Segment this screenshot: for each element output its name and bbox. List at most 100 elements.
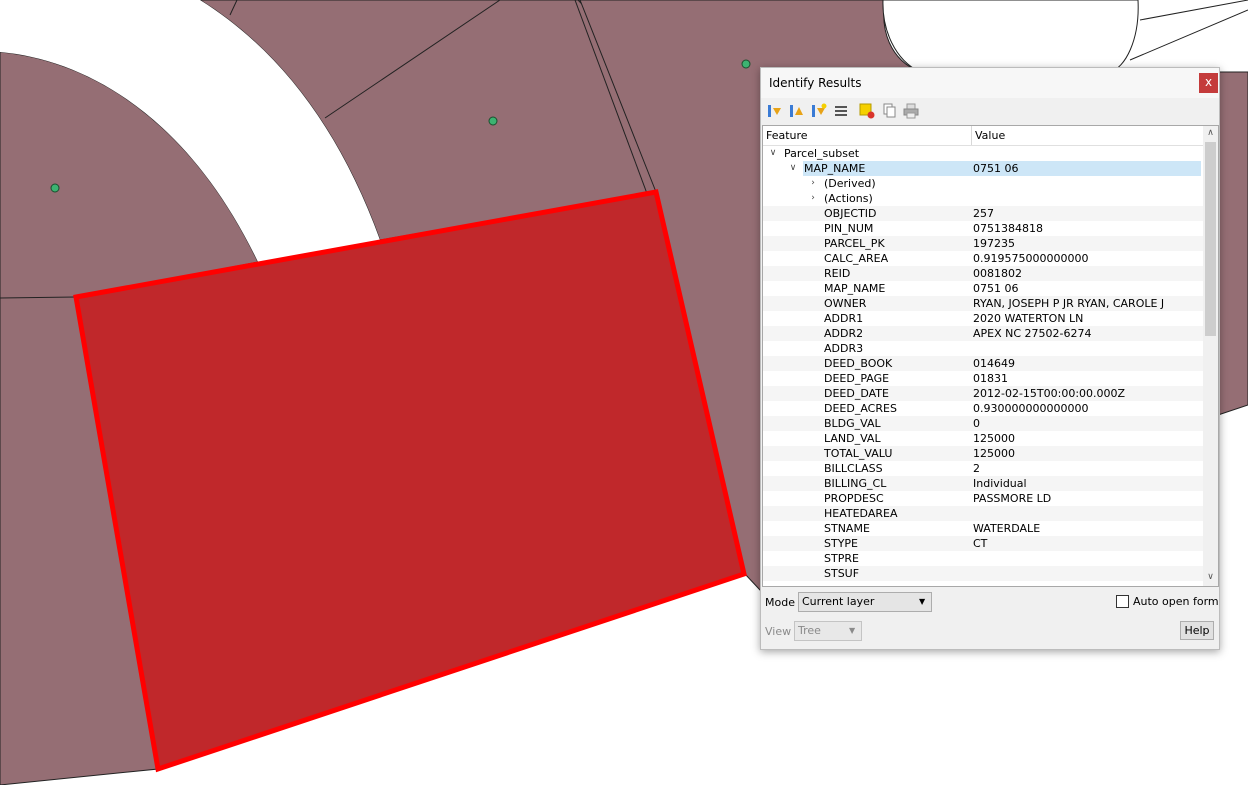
attribute-field: DEED_BOOK [824, 357, 893, 370]
attribute-value: 01831 [973, 372, 1008, 385]
attribute-field: PIN_NUM [824, 222, 874, 235]
chevron-down-icon[interactable]: ∨ [787, 161, 799, 176]
attribute-field: OWNER [824, 297, 867, 310]
attribute-value: 0751384818 [973, 222, 1043, 235]
panel-titlebar[interactable]: Identify Results x [761, 68, 1219, 98]
map-point[interactable] [488, 116, 498, 126]
attribute-row[interactable]: BILLCLASS 2 [763, 461, 1203, 476]
print-icon[interactable] [903, 103, 919, 119]
map-cul-de-sac [882, 0, 1139, 73]
attribute-value: 257 [973, 207, 994, 220]
chevron-right-icon[interactable]: › [807, 191, 819, 206]
attribute-field: BILLCLASS [824, 462, 883, 475]
attribute-field: OBJECTID [824, 207, 877, 220]
chevron-right-icon[interactable]: › [807, 176, 819, 191]
attribute-row[interactable]: DEED_DATE 2012-02-15T00:00:00.000Z [763, 386, 1203, 401]
map-point[interactable] [741, 59, 751, 69]
mode-select-value: Current layer [802, 595, 875, 608]
column-header-value[interactable]: Value [975, 129, 1005, 142]
attribute-row[interactable]: OBJECTID 257 [763, 206, 1203, 221]
deselect-features-icon[interactable] [859, 103, 875, 119]
attribute-field: DEED_DATE [824, 387, 889, 400]
attribute-row[interactable]: CALC_AREA 0.919575000000000 [763, 251, 1203, 266]
attribute-value: PASSMORE LD [973, 492, 1052, 505]
attribute-row[interactable]: PIN_NUM 0751384818 [763, 221, 1203, 236]
attribute-row[interactable]: LAND_VAL 125000 [763, 431, 1203, 446]
attribute-row[interactable]: PARCEL_PK 197235 [763, 236, 1203, 251]
collapse-tree-icon[interactable] [789, 103, 805, 119]
attribute-row[interactable]: TOTAL_VALU 125000 [763, 446, 1203, 461]
attribute-row[interactable]: BILLING_CL Individual [763, 476, 1203, 491]
attribute-value: RYAN, JOSEPH P JR RYAN, CAROLE J [973, 297, 1165, 310]
attribute-rows: OBJECTID 257 PIN_NUM 0751384818 PARCEL_PK 197… [763, 206, 1203, 581]
tree-scrollbar[interactable]: ∧ ∨ [1203, 126, 1218, 586]
attribute-field: DEED_PAGE [824, 372, 890, 385]
attribute-row[interactable]: MAP_NAME 0751 06 [763, 281, 1203, 296]
identify-toolbar [761, 99, 1219, 123]
attribute-field: STNAME [824, 522, 870, 535]
help-button[interactable]: Help [1180, 621, 1214, 640]
mode-select[interactable]: Current layer ▼ [798, 592, 932, 612]
attribute-value: 014649 [973, 357, 1015, 370]
attribute-field: HEATEDAREA [824, 507, 898, 520]
auto-open-form-checkbox[interactable] [1116, 595, 1129, 608]
attribute-value: 2012-02-15T00:00:00.000Z [973, 387, 1126, 400]
attribute-value: 0081802 [973, 267, 1022, 280]
group-label: (Derived) [824, 177, 876, 190]
tree-header: Feature Value [763, 126, 1203, 146]
attribute-row[interactable]: PROPDESC PASSMORE LD [763, 491, 1203, 506]
close-button[interactable]: x [1199, 73, 1218, 93]
attribute-row[interactable]: BLDG_VAL 0 [763, 416, 1203, 431]
scrollbar-thumb[interactable] [1205, 142, 1216, 336]
attribute-value: 0.930000000000000 [973, 402, 1089, 415]
attribute-field: DEED_ACRES [824, 402, 897, 415]
view-select[interactable]: Tree ▼ [794, 621, 862, 641]
attribute-value: 125000 [973, 432, 1015, 445]
attribute-row[interactable]: HEATEDAREA [763, 506, 1203, 521]
attribute-field: MAP_NAME [824, 282, 886, 295]
attribute-value: WATERDALE [973, 522, 1041, 535]
attribute-field: ADDR3 [824, 342, 864, 355]
map-point[interactable] [50, 183, 60, 193]
attribute-field: STPRE [824, 552, 859, 565]
tree-row-actions[interactable]: › (Actions) [763, 191, 1203, 206]
tree-row-derived[interactable]: › (Derived) [763, 176, 1203, 191]
identify-results-panel: Identify Results x Feature Value ∨ Parce… [760, 67, 1220, 650]
tree-row-layer[interactable]: ∨ Parcel_subset [763, 146, 1203, 161]
column-header-feature[interactable]: Feature [766, 129, 808, 142]
attribute-row[interactable]: STPRE [763, 551, 1203, 566]
attribute-row[interactable]: REID 0081802 [763, 266, 1203, 281]
attribute-row[interactable]: ADDR3 [763, 341, 1203, 356]
auto-open-form-label[interactable]: Auto open form [1133, 595, 1219, 608]
attribute-field: BILLING_CL [824, 477, 887, 490]
copy-feature-icon[interactable] [881, 103, 897, 119]
scroll-up-icon[interactable]: ∧ [1205, 128, 1216, 140]
attribute-row[interactable]: STYPE CT [763, 536, 1203, 551]
attribute-value: 0.919575000000000 [973, 252, 1089, 265]
attribute-row[interactable]: STSUF [763, 566, 1203, 581]
attribute-row[interactable]: STNAME WATERDALE [763, 521, 1203, 536]
attribute-field: ADDR2 [824, 327, 864, 340]
scroll-down-icon[interactable]: ∨ [1205, 572, 1216, 584]
tree-row-selected-feature[interactable]: ∨ MAP_NAME 0751 06 [763, 161, 1203, 176]
attribute-row[interactable]: DEED_PAGE 01831 [763, 371, 1203, 386]
attribute-field: REID [824, 267, 851, 280]
attribute-row[interactable]: ADDR1 2020 WATERTON LN [763, 311, 1203, 326]
attribute-value: 0 [973, 417, 980, 430]
attribute-value: CT [973, 537, 988, 550]
chevron-down-icon: ▼ [849, 626, 856, 635]
attribute-row[interactable]: DEED_ACRES 0.930000000000000 [763, 401, 1203, 416]
attribute-row[interactable]: OWNER RYAN, JOSEPH P JR RYAN, CAROLE J [763, 296, 1203, 311]
attribute-row[interactable]: DEED_BOOK 014649 [763, 356, 1203, 371]
expand-new-results-icon[interactable] [811, 103, 827, 119]
chevron-down-icon[interactable]: ∨ [767, 146, 779, 161]
expand-tree-icon[interactable] [767, 103, 783, 119]
clear-results-icon[interactable] [833, 103, 849, 119]
attribute-field: LAND_VAL [824, 432, 881, 445]
attribute-field: TOTAL_VALU [824, 447, 893, 460]
attribute-row[interactable]: ADDR2 APEX NC 27502-6274 [763, 326, 1203, 341]
results-tree[interactable]: Feature Value ∨ Parcel_subset ∨ MAP_NAME… [762, 125, 1219, 587]
attribute-value: 2020 WATERTON LN [973, 312, 1084, 325]
attribute-value: 125000 [973, 447, 1015, 460]
attribute-field: STYPE [824, 537, 859, 550]
